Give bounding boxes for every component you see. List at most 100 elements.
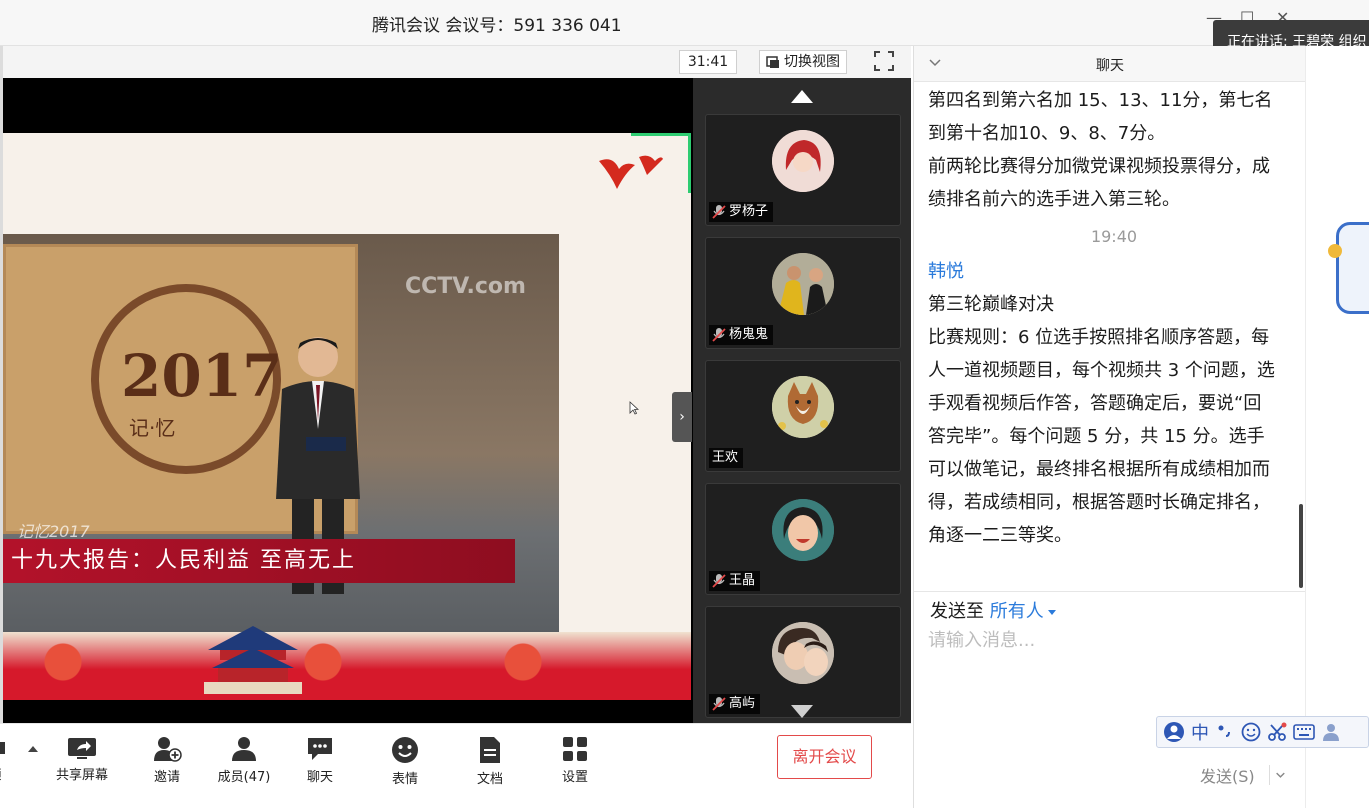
share-screen-label: 共享屏幕 (55, 768, 108, 783)
invite-button[interactable]: 邀请 (135, 736, 199, 785)
avatar (772, 130, 834, 192)
participant-tile[interactable]: 罗杨子 (705, 114, 901, 226)
participant-name: 王欢 (712, 450, 739, 465)
avatar (772, 253, 834, 315)
chat-line: 到第十名加10、9、8、7分。 (928, 123, 1166, 144)
video-label: 频 (0, 768, 2, 783)
documents-button[interactable]: 文档 (458, 736, 522, 787)
documents-label: 文档 (476, 772, 503, 787)
emblem-year: 2017 (121, 342, 283, 410)
news-banner: 十九大报告：人民利益 至高无上 (3, 539, 515, 583)
participant-name: 高屿 (729, 696, 756, 711)
fullscreen-icon[interactable] (873, 50, 895, 72)
chat-line: 答完毕”。每个问题 5 分，共 15 分。选手 (928, 426, 1265, 447)
members-icon (232, 737, 256, 761)
presentation-slide: 2017 记·忆 CCTV.com 记忆2017 十九大报告：人民利益 至高无上 (3, 133, 691, 700)
avatar (772, 499, 834, 561)
members-button[interactable]: 成员(47) (207, 736, 281, 785)
invite-label: 邀请 (153, 770, 180, 785)
smiley-icon[interactable] (1241, 722, 1261, 742)
send-to-label: 发送至 (930, 601, 984, 622)
send-to-target-dropdown[interactable]: 所有人 (990, 601, 1044, 622)
participant-name-tag: 王晶 (709, 571, 761, 591)
meeting-timer: 31:41 (679, 50, 737, 74)
participant-tile[interactable]: 王欢 (705, 360, 901, 472)
muted-mic-icon (712, 328, 726, 342)
settings-label: 设置 (561, 770, 588, 785)
chat-line: 得，若成绩相同，根据答题时长确定排名， (928, 492, 1270, 513)
participant-tile[interactable]: 杨鬼鬼 (705, 237, 901, 349)
keyboard-icon[interactable] (1293, 723, 1315, 741)
participant-name: 王晶 (729, 573, 756, 588)
avatar (772, 376, 834, 438)
meeting-toolbar: 频 共享屏幕 邀请 成员(47) 聊天 (0, 723, 911, 808)
emblem-subtitle: 记·忆 (129, 416, 176, 440)
video-button[interactable]: 频 (0, 736, 20, 783)
participant-tile[interactable]: 王晶 (705, 483, 901, 595)
chat-line: 前两轮比赛得分加微党课视频投票得分，成 (928, 156, 1270, 177)
reactions-label: 表情 (391, 772, 418, 787)
video-icon (0, 742, 5, 754)
scroll-up-arrow-icon[interactable] (791, 90, 813, 103)
avatar (772, 622, 834, 684)
switch-view-button[interactable]: 切换视图 (759, 50, 847, 74)
chat-messages: 第四名到第六名加 15、13、11分，第七名 到第十名加10、9、8、7分。 前… (928, 84, 1300, 594)
participant-list: 罗杨子 杨鬼鬼 王欢 王晶 高屿 (693, 78, 911, 723)
mouse-cursor-icon (629, 401, 639, 415)
send-options-chevron-icon[interactable] (1269, 765, 1289, 785)
participant-name-tag: 高屿 (709, 694, 761, 714)
send-button[interactable]: 发送(S) (1200, 763, 1255, 787)
ime-mode[interactable]: 中 (1191, 719, 1209, 745)
chat-scrollbar[interactable] (1299, 504, 1303, 588)
tv-broadcast-frame: 2017 记·忆 CCTV.com 记忆2017 十九大报告：人民利益 至高无上 (3, 234, 559, 634)
participant-name: 罗杨子 (729, 204, 769, 219)
chat-line: 角逐一二三等奖。 (928, 525, 1072, 546)
temple-illustration (204, 626, 302, 694)
video-options-chevron-icon[interactable] (27, 744, 39, 754)
muted-mic-icon (712, 574, 726, 588)
chat-header: 聊天 (914, 46, 1306, 82)
share-screen-icon (68, 738, 96, 759)
punctuation-icon[interactable] (1215, 722, 1235, 742)
leave-meeting-button[interactable]: 离开会议 (777, 735, 872, 779)
settings-button[interactable]: 设置 (543, 736, 607, 785)
chat-icon (308, 738, 332, 760)
chat-title: 聊天 (1096, 58, 1124, 74)
shared-screen-view: 2017 记·忆 CCTV.com 记忆2017 十九大报告：人民利益 至高无上 (3, 78, 693, 723)
participant-name-tag: 王欢 (709, 448, 744, 468)
dropdown-caret-icon[interactable] (1047, 609, 1056, 615)
collapse-panel-button[interactable]: › (672, 392, 692, 442)
chat-divider (914, 591, 1306, 592)
scissors-icon[interactable] (1267, 722, 1287, 742)
window-title: 腾讯会议 会议号：591 336 041 (372, 16, 622, 36)
badge-icon (1328, 244, 1342, 258)
share-screen-button[interactable]: 共享屏幕 (50, 736, 114, 783)
chat-button[interactable]: 聊天 (288, 736, 352, 785)
chat-line: 第四名到第六名加 15、13、11分，第七名 (928, 90, 1273, 111)
document-icon (480, 737, 500, 763)
desktop-background (1305, 46, 1369, 808)
grid-settings-icon (563, 737, 587, 761)
participant-name-tag: 杨鬼鬼 (709, 325, 774, 345)
muted-mic-icon (712, 205, 726, 219)
chat-line: 比赛规则：6 位选手按照排名顺序答题，每 (928, 327, 1270, 348)
ime-toolbar: 中 (1156, 716, 1369, 748)
chat-sender[interactable]: 韩悦 (928, 255, 1300, 288)
chat-line: 手观看视频后作答，答题确定后，要说“回 (928, 393, 1262, 414)
scroll-down-arrow-icon[interactable] (791, 705, 813, 718)
members-label: 成员(47) (217, 770, 271, 785)
chat-line: 人一道视频题目，每个视频共 3 个问题，选 (928, 360, 1275, 381)
ime-logo-icon[interactable] (1163, 721, 1185, 743)
switch-view-label: 切换视图 (784, 54, 840, 70)
floating-side-widget[interactable] (1336, 222, 1369, 314)
add-user-icon (154, 737, 182, 762)
doves-decoration (599, 155, 663, 189)
participant-name-tag: 罗杨子 (709, 202, 774, 222)
reactions-button[interactable]: 表情 (373, 736, 437, 787)
participant-tile[interactable]: 高屿 (705, 606, 901, 718)
floral-decoration (3, 626, 691, 700)
title-bar: 腾讯会议 会议号：591 336 041 — ☐ ✕ (0, 0, 1369, 46)
emoji-icon (392, 737, 418, 763)
cctv-logo: CCTV.com (405, 274, 526, 299)
user-icon[interactable] (1321, 722, 1341, 742)
